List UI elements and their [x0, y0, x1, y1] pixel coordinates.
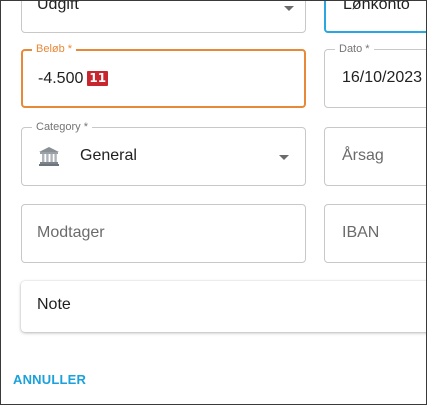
amount-label: Beløb *: [32, 42, 77, 56]
reason-placeholder: Årsag: [342, 147, 384, 164]
chevron-down-icon: [284, 6, 294, 11]
note-placeholder: Note: [37, 296, 71, 313]
bank-icon: [38, 145, 60, 167]
iban-field[interactable]: IBAN: [324, 204, 426, 263]
category-label: Category *: [32, 120, 92, 134]
account-value: Lønkonto: [343, 0, 410, 13]
amount-field[interactable]: Beløb * -4.500 11: [21, 42, 306, 108]
iban-placeholder: IBAN: [342, 224, 380, 241]
amount-badge: 11: [87, 71, 109, 86]
amount-text: -4.500: [38, 70, 84, 87]
category-select[interactable]: Category * General: [21, 120, 306, 186]
note-field[interactable]: Note: [21, 281, 426, 332]
date-value: 16/10/2023: [342, 69, 423, 86]
recipient-placeholder: Modtager: [37, 224, 105, 241]
account-select[interactable]: Lønkonto: [324, 0, 426, 33]
chevron-down-icon: [279, 155, 289, 160]
account-type-value: Udgift: [37, 0, 79, 13]
date-field[interactable]: Dato * 16/10/2023: [324, 42, 426, 108]
date-label: Dato *: [335, 42, 374, 56]
category-value: General: [80, 147, 137, 164]
recipient-field[interactable]: Modtager: [21, 204, 306, 263]
account-type-select[interactable]: Udgift: [21, 0, 306, 33]
cancel-button[interactable]: ANNULLER: [13, 372, 86, 387]
reason-field[interactable]: Årsag: [324, 127, 426, 186]
transaction-form-dialog: Udgift Lønkonto Beløb * -4.500 11 Dato * …: [0, 0, 427, 405]
amount-value: -4.500 11: [38, 70, 109, 88]
